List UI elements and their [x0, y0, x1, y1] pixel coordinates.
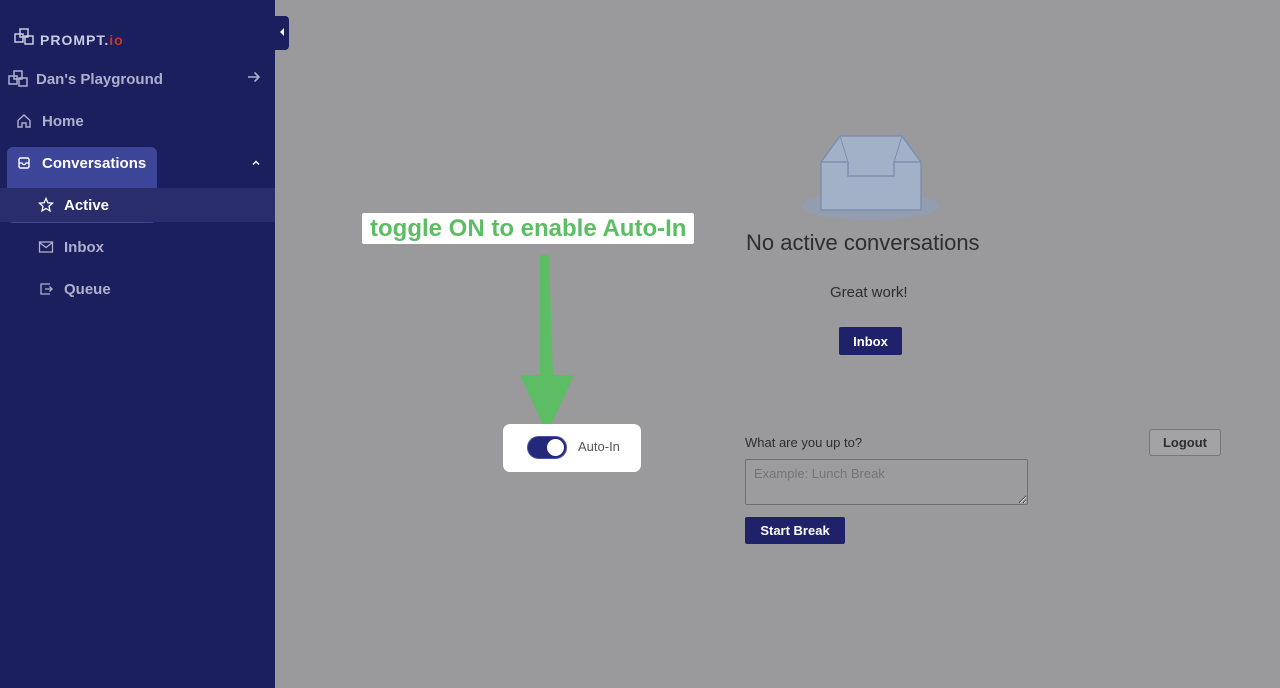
sidebar-item-inbox[interactable]: Inbox — [0, 230, 275, 264]
home-icon — [14, 111, 34, 131]
sidebar-collapse-button[interactable] — [275, 16, 289, 50]
sidebar-item-active[interactable]: Active — [0, 188, 275, 222]
sidebar-item-queue[interactable]: Queue — [0, 272, 275, 306]
sidebar-item-label: Home — [42, 112, 84, 130]
chevron-up-icon[interactable] — [251, 155, 261, 172]
prompt-logo-icon — [14, 28, 34, 51]
queue-icon — [36, 279, 56, 299]
annotation-arrow-icon — [520, 255, 574, 434]
break-label: What are you up to? — [745, 435, 863, 450]
caret-left-icon — [279, 24, 285, 42]
sidebar-item-label: Active — [64, 196, 110, 214]
break-reason-input[interactable] — [745, 459, 1028, 505]
workspace-name: Dan's Playground — [36, 70, 163, 88]
sidebar-item-label: Inbox — [64, 238, 104, 256]
empty-inbox-illustration — [800, 134, 942, 229]
conversations-icon — [14, 153, 34, 173]
star-icon — [36, 195, 56, 215]
empty-state-title: No active conversations — [746, 230, 980, 255]
sidebar-item-conversations[interactable]: Conversations — [0, 146, 275, 180]
workspace-switcher[interactable]: Dan's Playground — [0, 62, 275, 96]
inbox-button[interactable]: Inbox — [839, 327, 902, 355]
empty-state-subtitle: Great work! — [830, 284, 908, 301]
annotation-callout: toggle ON to enable Auto-In — [362, 213, 695, 244]
arrow-right-icon[interactable] — [247, 70, 261, 88]
mail-icon — [36, 237, 56, 257]
toggle-knob — [547, 439, 564, 456]
sidebar: PROMPT.io Dan's Playground Home Active C… — [0, 0, 275, 688]
auto-in-toggle[interactable] — [527, 436, 567, 459]
sidebar-item-home[interactable]: Home — [0, 104, 275, 138]
auto-in-label: Auto-In — [578, 439, 620, 454]
sidebar-item-label: Conversations — [42, 154, 147, 172]
auto-in-card: Auto-In — [503, 424, 641, 472]
brand-name: PROMPT.io — [40, 31, 124, 48]
workspace-icon — [8, 69, 28, 89]
sidebar-item-label: Queue — [64, 280, 111, 298]
start-break-button[interactable]: Start Break — [745, 517, 845, 544]
brand-logo[interactable]: PROMPT.io — [14, 28, 124, 51]
logout-button[interactable]: Logout — [1149, 429, 1221, 456]
